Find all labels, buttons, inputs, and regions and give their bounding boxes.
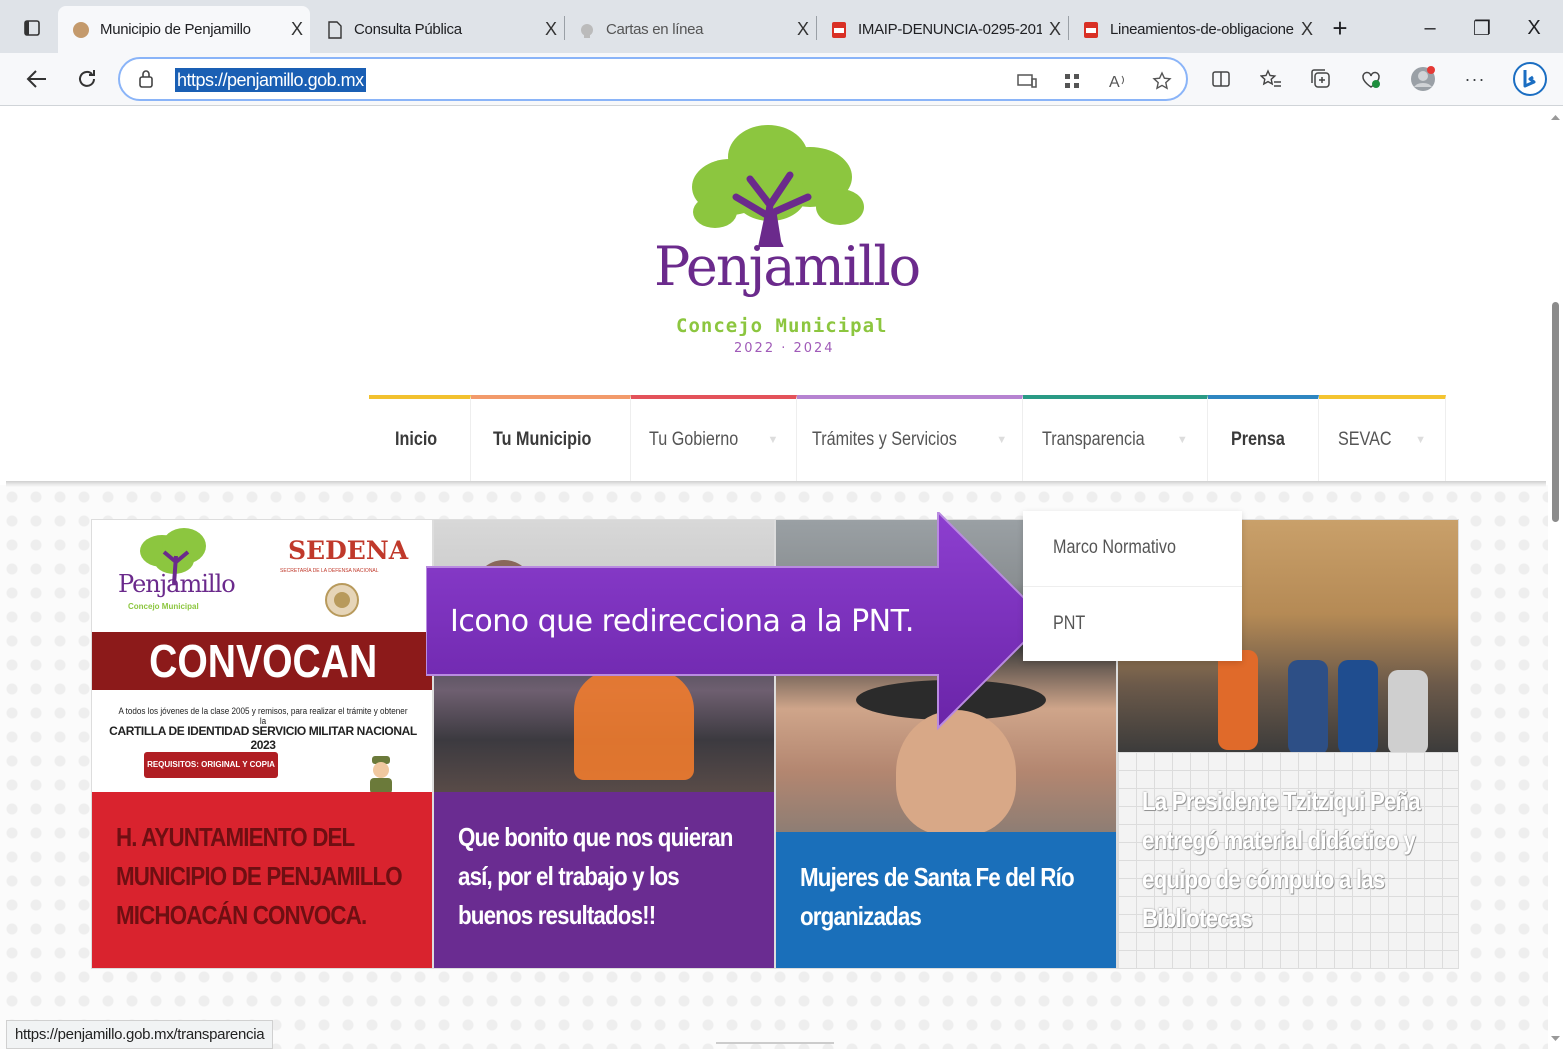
card-title[interactable]: La Presidente Tzitziqui Peña entregó mat… <box>1142 782 1433 938</box>
device-icon[interactable] <box>1013 67 1041 95</box>
caret-down-icon: ▼ <box>767 434 779 446</box>
nav-tu-municipio[interactable]: Tu Municipio <box>471 395 631 481</box>
site-favicon-icon <box>72 21 90 39</box>
poster-brand: Penjamillo <box>118 570 236 598</box>
close-tab-icon[interactable]: X <box>1294 19 1320 40</box>
scroll-up-icon[interactable] <box>1548 111 1563 123</box>
poster-highlight: CARTILLA DE IDENTIDAD SERVICIO MILITAR N… <box>109 724 417 752</box>
soldier-mascot-icon <box>370 756 392 794</box>
card-title[interactable]: Que bonito que nos quieran así, por el t… <box>458 818 749 935</box>
logo-wordmark: Penjamillo <box>654 235 921 298</box>
lock-icon[interactable] <box>138 69 154 94</box>
tab-actions-icon[interactable] <box>14 10 50 46</box>
poster-headline-band: CONVOCAN <box>92 632 432 690</box>
tab-title: Cartas en línea <box>606 21 704 38</box>
tab-title: Municipio de Penjamillo <box>100 21 251 38</box>
card-caption-band: Mujeres de Santa Fe del Río organizadas <box>776 832 1116 968</box>
back-icon[interactable] <box>20 62 54 96</box>
close-tab-icon[interactable]: X <box>1042 19 1068 40</box>
poster-body: A todos los jóvenes de la clase 2005 y r… <box>118 706 408 726</box>
close-tab-icon[interactable]: X <box>538 19 564 40</box>
close-window-button[interactable]: X <box>1516 10 1552 46</box>
split-screen-icon[interactable] <box>1204 62 1238 96</box>
tab-strip: Municipio de Penjamillo X Consulta Públi… <box>0 0 1563 53</box>
collections-icon[interactable] <box>1304 62 1338 96</box>
callout-text: Icono que redirecciona a la PNT. <box>450 604 914 639</box>
tab-title: Consulta Pública <box>354 21 462 38</box>
address-bar[interactable]: https://penjamillo.gob.mx A <box>118 57 1188 101</box>
poster-headline: CONVOCAN <box>148 635 378 687</box>
restore-button[interactable]: ❐ <box>1464 10 1500 46</box>
card-caption-band: Que bonito que nos quieran así, por el t… <box>434 792 774 968</box>
read-aloud-icon[interactable]: A <box>1104 67 1132 95</box>
nav-transparencia[interactable]: Transparencia ▼ <box>1023 395 1208 481</box>
nav-tu-gobierno[interactable]: Tu Gobierno ▼ <box>631 395 797 481</box>
close-tab-icon[interactable]: X <box>284 19 310 40</box>
browser-essentials-icon[interactable] <box>1354 62 1388 96</box>
tab-consulta[interactable]: Consulta Pública X <box>312 6 564 53</box>
card-title[interactable]: H. AYUNTAMIENTO DEL MUNICIPIO DE PENJAMI… <box>116 818 407 935</box>
nav-inicio[interactable]: Inicio <box>369 395 471 481</box>
tab-imaip[interactable]: IMAIP-DENUNCIA-0295-2019 X <box>816 6 1068 53</box>
nav-prensa[interactable]: Prensa <box>1208 395 1319 481</box>
tab-municipio[interactable]: Municipio de Penjamillo X <box>58 6 310 53</box>
poster-brand-sub: Concejo Municipal <box>128 602 199 611</box>
tab-lineamientos[interactable]: Lineamientos-de-obligaciones X <box>1068 6 1320 53</box>
main-nav: Inicio Tu Municipio Tu Gobierno ▼ Trámite… <box>369 395 1446 481</box>
browser-toolbar: https://penjamillo.gob.mx A ··· <box>0 53 1563 106</box>
new-tab-button[interactable]: + <box>1322 10 1358 46</box>
nav-tramites[interactable]: Trámites y Servicios ▼ <box>797 395 1023 481</box>
pdf-icon <box>1082 21 1100 39</box>
poster-requisitos-button: REQUISITOS: ORIGINAL Y COPIA <box>144 752 278 778</box>
tree-logo-icon <box>692 125 864 247</box>
svg-text:A: A <box>1109 74 1120 90</box>
carousel-indicator[interactable] <box>716 1042 834 1044</box>
more-options-icon[interactable]: ··· <box>1458 62 1492 96</box>
page-scrollbar[interactable] <box>1548 107 1563 1049</box>
loading-icon <box>578 21 596 39</box>
caret-down-icon: ▼ <box>1176 434 1188 446</box>
dropdown-item-marco-normativo[interactable]: Marco Normativo <box>1023 511 1242 585</box>
status-bar-url: https://penjamillo.gob.mx/transparencia <box>6 1020 274 1049</box>
poster-agency-sub: SECRETARÍA DE LA DEFENSA NACIONAL <box>280 568 379 574</box>
convocatoria-poster[interactable]: Penjamillo Concejo Municipal SEDENA SECR… <box>92 520 432 795</box>
transparencia-dropdown: Marco Normativo PNT <box>1023 511 1242 661</box>
refresh-icon[interactable] <box>70 62 104 96</box>
scroll-down-icon[interactable] <box>1548 1033 1563 1045</box>
tab-title: Lineamientos-de-obligaciones <box>1110 21 1294 38</box>
nav-shadow <box>6 481 1546 487</box>
caret-down-icon: ▼ <box>1415 434 1426 446</box>
logo-subtitle: Concejo Municipal <box>676 315 888 337</box>
favorite-star-icon[interactable] <box>1148 67 1176 95</box>
logo-years: 2022 · 2024 <box>734 341 835 356</box>
poster-agency: SEDENA <box>288 536 409 565</box>
card-title[interactable]: Mujeres de Santa Fe del Río organizadas <box>800 858 1091 936</box>
page-icon <box>326 20 344 39</box>
favorites-icon[interactable] <box>1254 62 1288 96</box>
seal-icon <box>325 583 359 617</box>
tab-cartas[interactable]: Cartas en línea X <box>564 6 816 53</box>
news-card-convocatoria[interactable]: Penjamillo Concejo Municipal SEDENA SECR… <box>91 519 433 969</box>
web-page: Penjamillo Concejo Municipal 2022 · 2024… <box>0 107 1548 1049</box>
caret-down-icon: ▼ <box>996 434 1008 446</box>
profile-avatar-icon[interactable] <box>1406 62 1440 96</box>
tab-title: IMAIP-DENUNCIA-0295-2019 <box>858 21 1042 38</box>
scrollbar-thumb[interactable] <box>1552 302 1559 522</box>
nav-sevac[interactable]: SEVAC ▼ <box>1319 395 1446 481</box>
card-caption-band: La Presidente Tzitziqui Peña entregó mat… <box>1118 752 1458 968</box>
minimize-button[interactable]: – <box>1412 10 1448 46</box>
pdf-icon <box>830 21 848 39</box>
grid-icon[interactable] <box>1058 67 1086 95</box>
site-logo[interactable]: Penjamillo Concejo Municipal 2022 · 2024 <box>640 117 921 357</box>
dropdown-item-pnt[interactable]: PNT <box>1023 586 1242 660</box>
bing-copilot-icon[interactable] <box>1510 59 1550 99</box>
card-caption-band: H. AYUNTAMIENTO DEL MUNICIPIO DE PENJAMI… <box>92 792 432 968</box>
url-text[interactable]: https://penjamillo.gob.mx <box>175 68 366 92</box>
close-tab-icon[interactable]: X <box>790 19 816 40</box>
